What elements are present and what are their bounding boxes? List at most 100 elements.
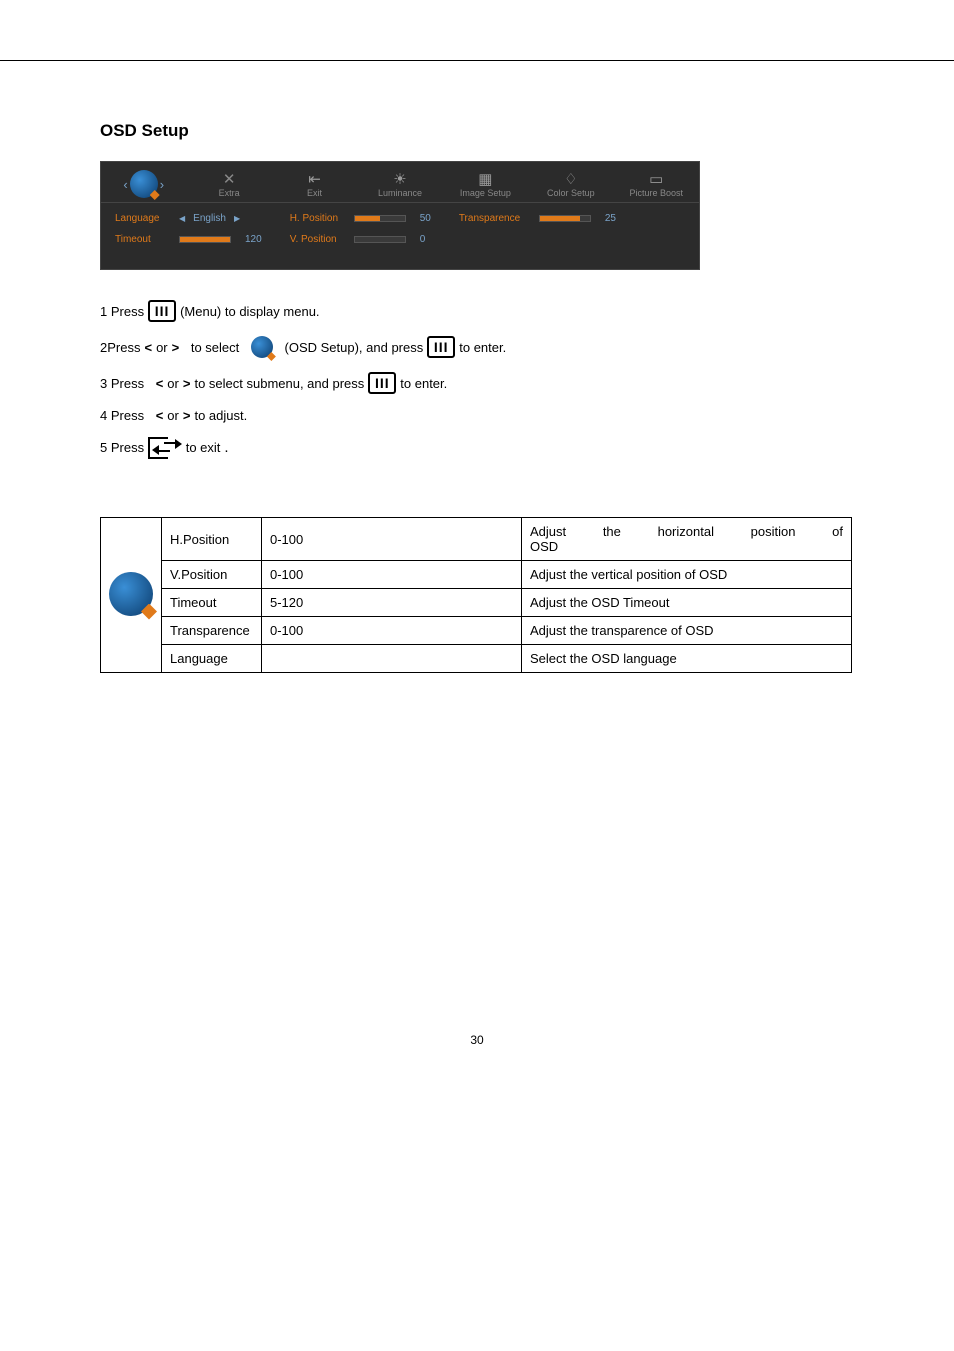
tab-label: Image Setup [460, 188, 511, 198]
osd-hpos-label: H. Position [290, 213, 346, 224]
step-text: 4 Press [100, 408, 144, 423]
extra-icon: ✕ [186, 170, 271, 188]
param-range: 5-120 [262, 589, 522, 617]
step-5: 5 Press to exit. [100, 437, 854, 457]
osd-screenshot: ‹ › ✕Extra ⇤Exit ☀Luminance ▦Image Setup… [100, 161, 700, 270]
param-range [262, 645, 522, 673]
tab-label: Luminance [378, 188, 422, 198]
osd-tab-extra: ✕Extra [186, 162, 271, 202]
osd-tab-luminance: ☀Luminance [357, 162, 442, 202]
less-than-icon: < [156, 408, 164, 423]
step-text: to select submenu, and press [194, 376, 364, 391]
param-desc: Adjust the vertical position of OSD [522, 561, 852, 589]
param-desc: Adjust the transparence of OSD [522, 617, 852, 645]
param-name: H.Position [162, 518, 262, 561]
osd-tab-color-setup: ♢Color Setup [528, 162, 613, 202]
osd-trans-value: 25 [605, 213, 616, 224]
table-row: V.Position 0-100 Adjust the vertical pos… [101, 561, 852, 589]
period: . [224, 439, 228, 456]
image-setup-icon: ▦ [443, 170, 528, 188]
step-text: 1 Press [100, 304, 144, 319]
step-text: to enter. [400, 376, 447, 391]
parameter-table: H.Position 0-100 Adjust the horizontal p… [100, 517, 852, 673]
table-row: Timeout 5-120 Adjust the OSD Timeout [101, 589, 852, 617]
table-row: Transparence 0-100 Adjust the transparen… [101, 617, 852, 645]
step-text: 2Press [100, 340, 140, 355]
greater-than-icon: > [172, 340, 180, 355]
globe-gear-icon [130, 170, 158, 198]
osd-hpos-value: 50 [420, 213, 431, 224]
osd-body: Language ◀ English ▶ Timeout 120 H. Posi… [101, 203, 699, 269]
osd-hpos-slider [354, 215, 406, 222]
param-name: Transparence [162, 617, 262, 645]
less-than-icon: < [144, 340, 152, 355]
table-row: H.Position 0-100 Adjust the horizontal p… [101, 518, 852, 561]
step-text: 5 Press [100, 440, 144, 455]
osd-tab-bar: ‹ › ✕Extra ⇤Exit ☀Luminance ▦Image Setup… [101, 162, 699, 203]
osd-vpos-value: 0 [420, 234, 426, 245]
picture-boost-icon: ▭ [614, 170, 699, 188]
param-range: 0-100 [262, 518, 522, 561]
luminance-icon: ☀ [357, 170, 442, 188]
param-range: 0-100 [262, 561, 522, 589]
param-desc: Adjust the horizontal position ofOSD [522, 518, 852, 561]
chevron-right-icon: › [160, 177, 164, 192]
step-1: 1 Press III (Menu) to display menu. [100, 300, 854, 322]
tab-label: Picture Boost [629, 188, 683, 198]
table-row: Language Select the OSD language [101, 645, 852, 673]
auto-exit-icon [148, 437, 174, 457]
triangle-right-icon: ▶ [234, 214, 240, 223]
greater-than-icon: > [183, 408, 191, 423]
menu-icon: III [148, 300, 176, 322]
step-text: to exit [186, 440, 221, 455]
param-name: Language [162, 645, 262, 673]
osd-tab-exit: ⇤Exit [272, 162, 357, 202]
osd-tab-image-setup: ▦Image Setup [443, 162, 528, 202]
osd-tab-picture-boost: ▭Picture Boost [614, 162, 699, 202]
param-name: V.Position [162, 561, 262, 589]
step-text: (OSD Setup), and press [285, 340, 424, 355]
param-desc: Adjust the OSD Timeout [522, 589, 852, 617]
step-3: 3 Press < or > to select submenu, and pr… [100, 372, 854, 394]
step-text: or [156, 340, 168, 355]
color-setup-icon: ♢ [528, 170, 613, 188]
step-text: to enter. [459, 340, 506, 355]
triangle-left-icon: ◀ [179, 214, 185, 223]
step-text: to select [191, 340, 239, 355]
step-4: 4 Press < or > to adjust. [100, 408, 854, 423]
osd-vpos-label: V. Position [290, 234, 346, 245]
osd-timeout-slider [179, 236, 231, 243]
page-title: OSD Setup [100, 121, 854, 141]
step-text: 3 Press [100, 376, 144, 391]
exit-icon: ⇤ [272, 170, 357, 188]
less-than-icon: < [156, 376, 164, 391]
param-desc: Select the OSD language [522, 645, 852, 673]
osd-language-label: Language [115, 213, 171, 224]
step-text: or [167, 376, 179, 391]
osd-timeout-value: 120 [245, 234, 262, 245]
chevron-left-icon: ‹ [123, 177, 127, 192]
step-2: 2Press < or > to select (OSD Setup), and… [100, 336, 854, 358]
menu-icon: III [368, 372, 396, 394]
param-range: 0-100 [262, 617, 522, 645]
globe-gear-icon [109, 572, 153, 616]
menu-icon: III [427, 336, 455, 358]
instruction-steps: 1 Press III (Menu) to display menu. 2Pre… [100, 300, 854, 457]
step-text: (Menu) to display menu. [180, 304, 319, 319]
param-name: Timeout [162, 589, 262, 617]
osd-trans-slider [539, 215, 591, 222]
osd-language-value: English [193, 213, 226, 224]
table-icon-cell [101, 518, 162, 673]
step-text: to adjust. [194, 408, 247, 423]
globe-gear-icon [251, 336, 273, 358]
osd-vpos-slider [354, 236, 406, 243]
greater-than-icon: > [183, 376, 191, 391]
page-number: 30 [100, 1033, 854, 1047]
tab-label: Extra [219, 188, 240, 198]
desc-line: Adjust the horizontal position of [530, 524, 843, 539]
osd-timeout-label: Timeout [115, 234, 171, 245]
osd-trans-label: Transparence [459, 213, 531, 224]
osd-tab-osd-setup: ‹ › [101, 162, 186, 202]
tab-label: Exit [307, 188, 322, 198]
step-text: or [167, 408, 179, 423]
